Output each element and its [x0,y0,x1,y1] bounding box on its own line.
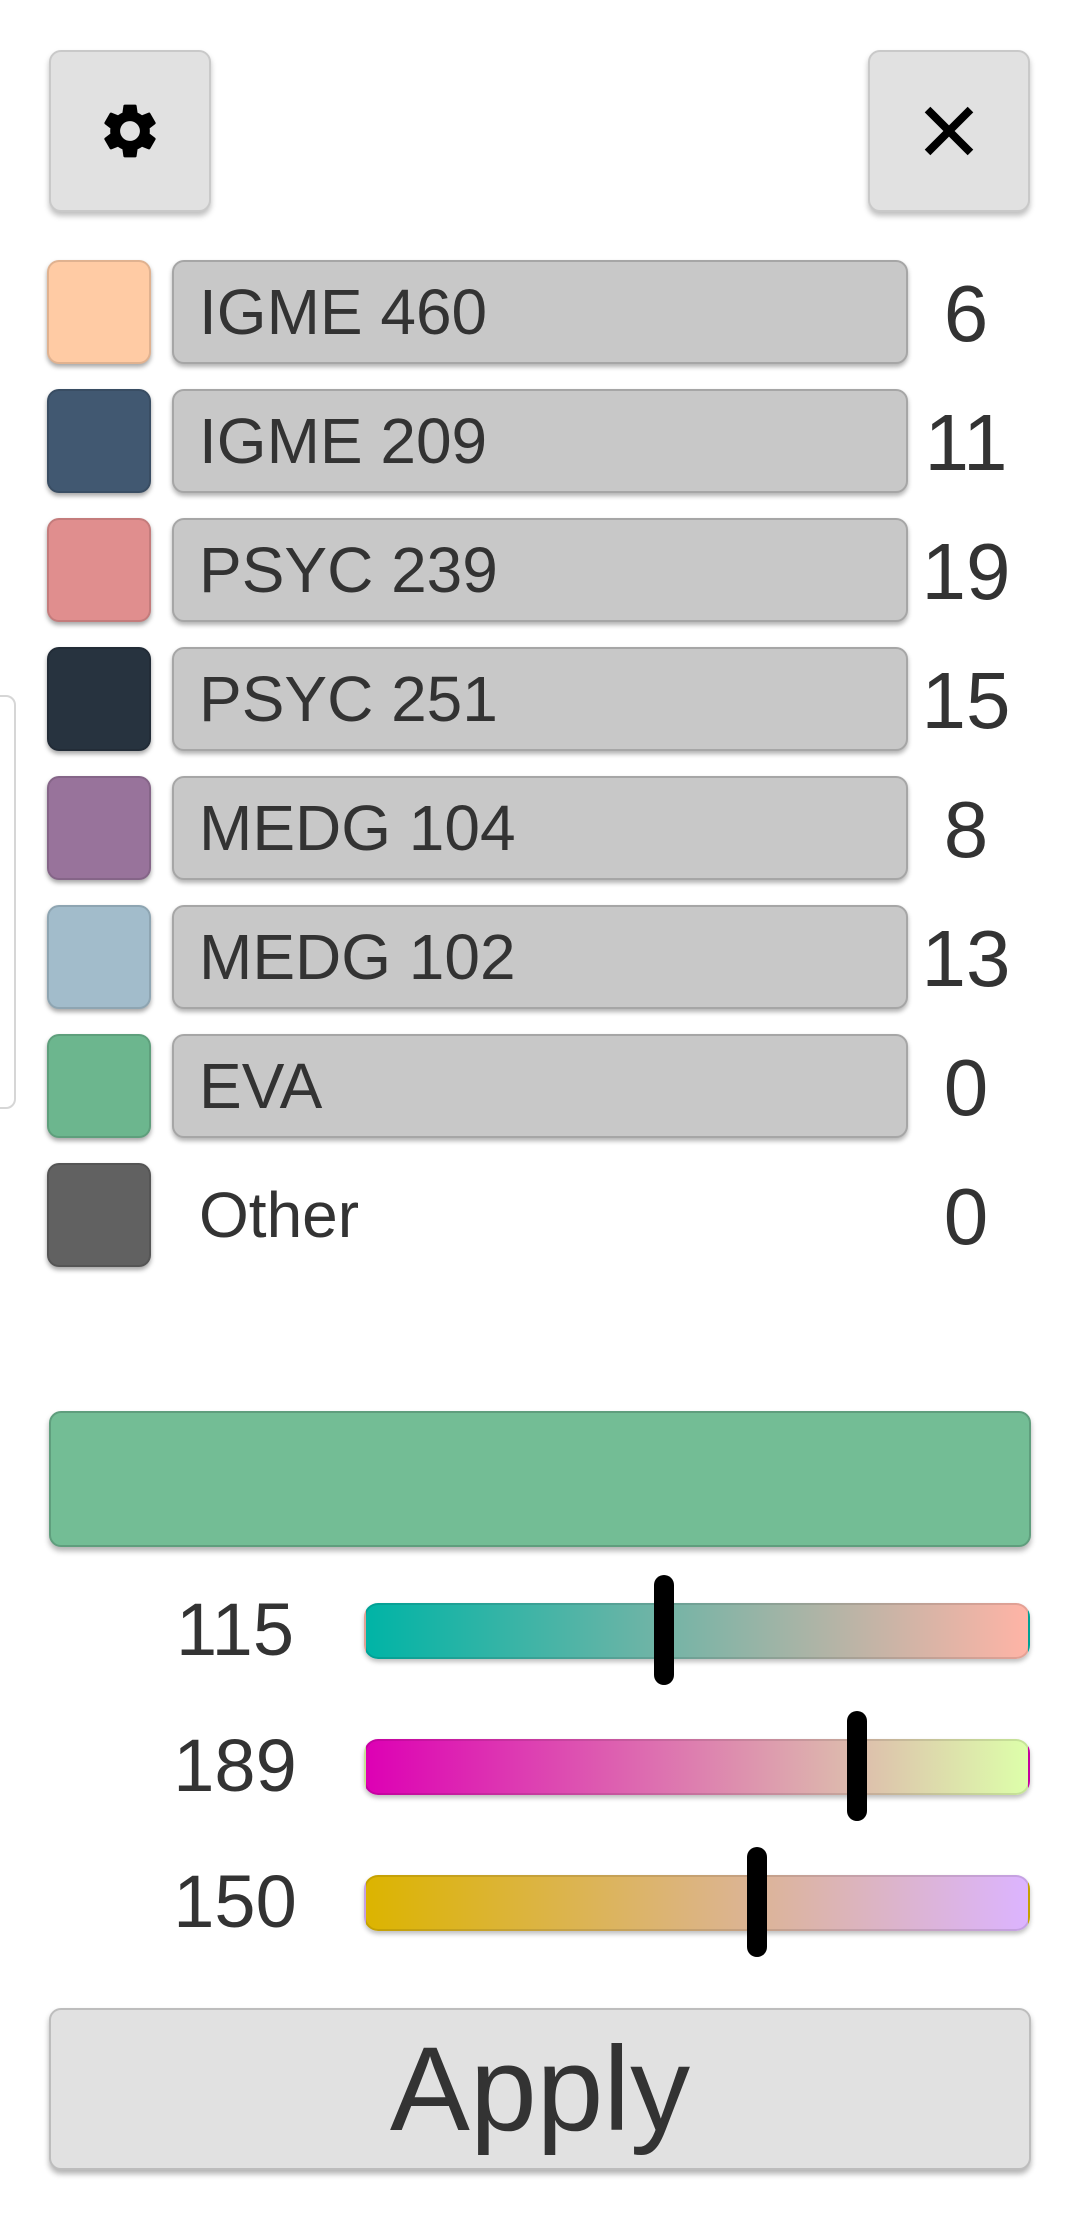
green-slider-track[interactable] [364,1739,1030,1795]
category-row: MEDG 104 8 [0,776,1080,880]
category-row: Other 0 [0,1163,1080,1267]
category-color-swatch[interactable] [47,1034,151,1138]
gear-icon [104,104,156,158]
category-name-label: EVA [199,1050,323,1122]
category-color-swatch[interactable] [47,518,151,622]
green-slider-handle[interactable] [846,1711,867,1821]
category-row: PSYC 239 19 [0,518,1080,622]
category-name-label: IGME 460 [199,276,488,348]
category-row: EVA 0 [0,1034,1080,1138]
color-preview [49,1411,1031,1547]
category-color-swatch[interactable] [47,776,151,880]
blue-slider-handle[interactable] [746,1847,767,1957]
category-color-swatch[interactable] [47,1163,151,1267]
category-count: 6 [943,269,989,358]
category-color-swatch[interactable] [47,905,151,1009]
category-name-label: PSYC 239 [199,534,498,606]
category-color-swatch[interactable] [47,389,151,493]
close-icon [924,106,974,156]
category-color-swatch[interactable] [47,260,151,364]
category-name-label: MEDG 102 [199,921,516,993]
category-color-swatch[interactable] [47,647,151,751]
category-row: PSYC 251 15 [0,647,1080,751]
red-slider-track[interactable] [364,1603,1030,1659]
category-name-label: PSYC 251 [199,663,498,735]
category-count: 8 [943,785,989,874]
blue-slider-row: 150 [0,1847,1080,1957]
category-row: MEDG 102 13 [0,905,1080,1009]
green-slider-value: 189 [173,1724,297,1807]
category-row: IGME 460 6 [0,260,1080,364]
category-count: 0 [943,1172,989,1261]
category-count: 11 [924,398,1008,487]
red-slider-handle[interactable] [653,1575,674,1685]
apply-button[interactable]: Apply [49,2008,1031,2170]
blue-slider-value: 150 [173,1860,297,1943]
category-name-label: Other [199,1179,360,1251]
green-slider-row: 189 [0,1711,1080,1821]
red-slider-row: 115 [0,1575,1080,1685]
blue-slider-track[interactable] [364,1875,1030,1931]
category-count: 0 [943,1043,989,1132]
category-name-label: IGME 209 [199,405,488,477]
category-count: 19 [921,527,1011,616]
category-count: 15 [921,656,1011,745]
category-count: 13 [921,914,1011,1003]
red-slider-value: 115 [176,1588,294,1671]
close-button[interactable] [868,50,1030,212]
category-row: IGME 209 11 [0,389,1080,493]
category-name-label: MEDG 104 [199,792,516,864]
color-settings-screen: IGME 460 6 IGME 209 11 PSYC 239 19 PSYC 251 15 M… [0,0,1080,2220]
settings-button[interactable] [49,50,211,212]
